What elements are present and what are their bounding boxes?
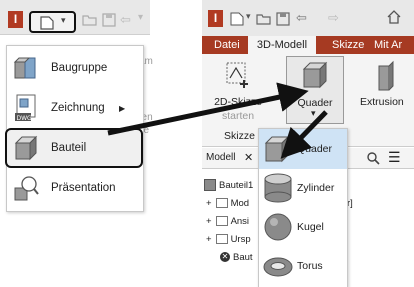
tree-row-modell[interactable]: + Mod r] [206, 194, 353, 212]
open-icon[interactable] [256, 12, 272, 26]
tree-label: Ursp [230, 233, 251, 245]
tree-label: Ansi [230, 215, 250, 227]
ribbon-group-label: Skizze [224, 130, 255, 142]
tree-label: Baut [233, 251, 253, 263]
folder-icon [215, 216, 228, 226]
extrude-button[interactable]: Extrusion [360, 58, 414, 114]
menu-label: Baugruppe [51, 62, 108, 74]
dwg-badge: DWG [17, 115, 33, 122]
tab-mit-ar[interactable]: Mit Ar [374, 36, 402, 54]
menu-item-praesentation[interactable]: Präsentation [7, 168, 141, 208]
tab-modell[interactable]: Modell [206, 152, 235, 163]
dropdown-item-kugel[interactable]: Kugel [259, 207, 347, 247]
tree-label: Bauteil1 [219, 179, 254, 191]
menu-icon[interactable]: ☰ [388, 149, 401, 166]
redo-icon[interactable]: ⇨ [328, 10, 339, 26]
extrude-label: Extrusion [360, 96, 404, 108]
part-icon [14, 135, 38, 161]
right-window: I ▾ ⇦ ⇨ Datei 3D-Modell Skizze Mit Ar 2D… [202, 0, 414, 287]
tab-skizze[interactable]: Skizze [332, 36, 364, 54]
dropdown-arrow-icon[interactable]: ▾ [246, 11, 251, 22]
new-document-icon[interactable] [230, 12, 244, 26]
tree-label: Mod [230, 197, 250, 209]
tree-row-bauteil[interactable]: Bauteil1 [204, 176, 253, 194]
left-window: I ▾ ⇦ ▾ sam nen ue Baugruppe [0, 0, 153, 230]
torus-icon [263, 257, 293, 277]
submenu-arrow-icon: ▶ [119, 103, 126, 113]
new-file-menu: Baugruppe DWG Zeichnung ▶ Bauteil Präsen… [5, 45, 144, 212]
sketch-sublabel: starten [221, 110, 255, 122]
dropdown-label: Zylinder [297, 182, 335, 194]
tree-row-bauteilende[interactable]: ✕ Baut [220, 248, 253, 266]
sphere-icon [264, 213, 292, 241]
folder-icon [215, 234, 228, 244]
expand-icon[interactable]: + [206, 234, 212, 245]
app-logo[interactable]: I [208, 10, 223, 27]
cylinder-icon [264, 173, 292, 203]
end-of-part-icon: ✕ [220, 252, 230, 262]
box-icon [264, 135, 290, 163]
app-logo[interactable]: I [8, 11, 23, 28]
primitive-button[interactable]: Quader ▾ [286, 56, 344, 124]
dropdown-label: Torus [297, 260, 323, 272]
menu-label: Bauteil [51, 142, 87, 154]
save-icon[interactable] [102, 13, 116, 27]
sketch-label: 2D-Skizze [214, 96, 262, 108]
assembly-icon [13, 57, 36, 79]
close-icon[interactable]: ✕ [244, 151, 253, 164]
menu-label: Präsentation [51, 182, 116, 194]
dropdown-item-torus[interactable]: Torus [259, 246, 347, 286]
menu-item-bauteil[interactable]: Bauteil [5, 128, 143, 168]
dropdown-label: Quader [297, 143, 333, 155]
primitive-dropdown: Quader Zylinder Kugel Torus [258, 128, 348, 287]
sketch-button[interactable]: 2D-Skizze starten [210, 58, 266, 122]
new-button[interactable]: ▾ [29, 11, 76, 33]
menu-item-baugruppe[interactable]: Baugruppe [7, 48, 141, 88]
box-icon [302, 61, 328, 89]
open-icon[interactable] [82, 13, 98, 27]
extrude-icon [378, 60, 394, 91]
dropdown-arrow-icon: ▾ [61, 15, 66, 25]
sketch-icon [226, 62, 248, 88]
dropdown-arrow-icon: ▾ [311, 108, 316, 118]
menu-label: Zeichnung [51, 102, 105, 114]
part-icon [204, 179, 216, 191]
tree-row-ursprung[interactable]: + Ursp [206, 230, 251, 248]
expand-icon[interactable]: + [206, 198, 212, 209]
home-icon[interactable] [386, 10, 402, 24]
undo-icon[interactable]: ⇦ [120, 12, 131, 28]
folder-icon [215, 198, 228, 208]
drawing-icon: DWG [15, 94, 36, 122]
dropdown-label: Kugel [297, 221, 324, 233]
tree-row-ansicht[interactable]: + Ansi [206, 212, 249, 230]
tab-datei[interactable]: Datei [214, 36, 240, 54]
ribbon-tabs: Datei 3D-Modell Skizze Mit Ar [202, 36, 414, 54]
expand-icon[interactable]: + [206, 216, 212, 227]
tab-3d-modell[interactable]: 3D-Modell [248, 36, 316, 54]
menu-item-zeichnung[interactable]: DWG Zeichnung ▶ [7, 88, 141, 128]
search-icon[interactable] [366, 151, 380, 165]
undo-icon[interactable]: ⇦ [296, 10, 307, 26]
dropdown-item-quader[interactable]: Quader [259, 129, 347, 169]
save-icon[interactable] [276, 12, 290, 26]
presentation-icon [14, 176, 39, 201]
dropdown-item-zylinder[interactable]: Zylinder [259, 168, 347, 208]
more-icon[interactable]: ▾ [138, 12, 143, 23]
new-document-icon [40, 16, 54, 30]
